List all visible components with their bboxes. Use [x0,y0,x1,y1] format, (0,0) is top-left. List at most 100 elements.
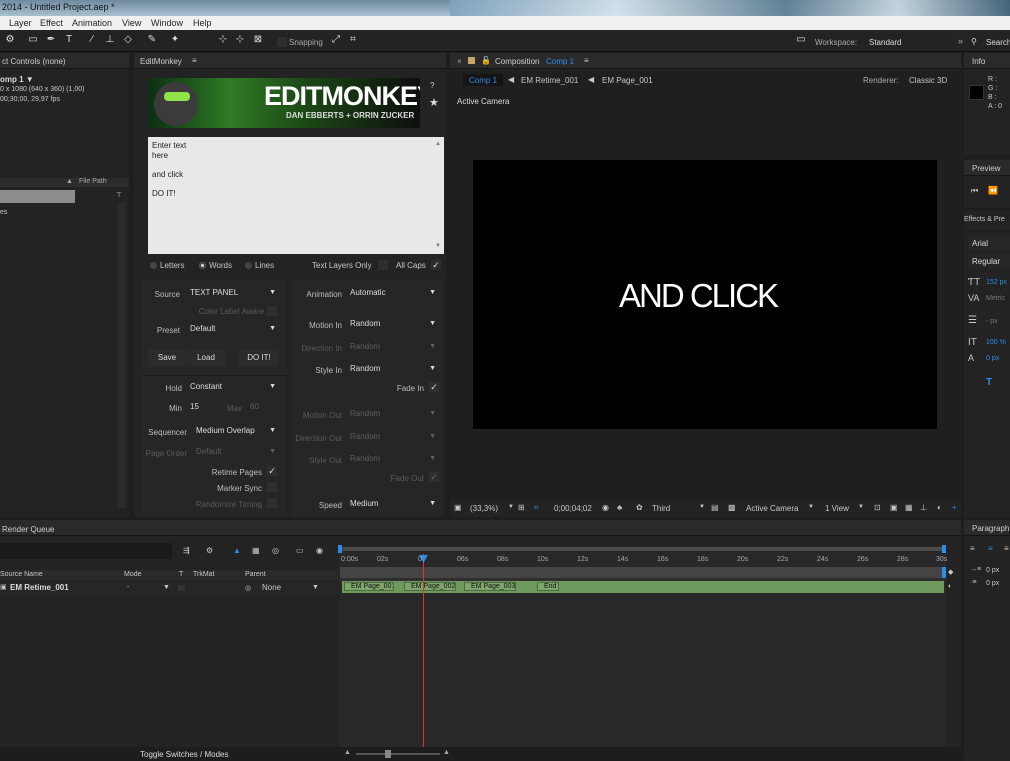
style-out-dropdown[interactable]: Random ▼ [346,452,440,466]
mask-visibility-icon[interactable]: ⌗ [534,503,539,513]
indent-left-value[interactable]: 0 px [986,567,999,574]
space-before-value[interactable]: 0 px [986,580,999,587]
col-mode[interactable]: Mode [124,571,142,578]
fade-in-checkbox[interactable]: ✓ [429,382,439,392]
project-item[interactable]: es [0,209,7,216]
preserve-transparency-checkbox[interactable] [178,585,185,591]
channel-icon[interactable]: ♣ [617,503,622,512]
renderer-value[interactable]: Classic 3D [909,76,947,85]
save-button[interactable]: Save [148,349,186,367]
direction-in-dropdown[interactable]: Random ▼ [346,340,440,354]
load-button[interactable]: Load [187,349,225,367]
workspace-menu-icon[interactable]: » [958,36,963,46]
animation-dropdown[interactable]: Automatic ▼ [346,286,440,300]
fast-preview-icon[interactable]: ▣ [890,503,898,512]
close-tab-icon[interactable]: × [457,57,462,66]
text-layers-only-checkbox[interactable] [378,260,388,270]
col-file-path[interactable]: File Path [79,178,107,185]
rotate-tool-icon[interactable]: ⚙ [4,34,16,46]
crumb-comp-1[interactable]: Comp 1 [469,76,497,85]
faux-bold-icon[interactable]: T [986,377,992,388]
rectangle-tool-icon[interactable]: ▭ [27,34,39,46]
zoom-out-icon[interactable]: ▲ [344,749,351,756]
work-area-end-handle[interactable] [942,545,946,553]
toggle-switches-modes-button[interactable]: Toggle Switches / Modes [140,750,229,759]
shy-layers-icon[interactable]: ▲ [233,546,241,555]
search-help-input[interactable]: Search [986,38,1010,47]
source-dropdown[interactable]: TEXT PANEL ▼ [186,286,280,300]
marker-sync-checkbox[interactable] [267,482,277,492]
speed-dropdown[interactable]: Medium ▼ [346,497,440,511]
region-icon[interactable]: ▤ [711,503,719,512]
workspace-select[interactable]: Standard [869,38,901,47]
letters-radio[interactable] [150,262,157,269]
project-scrollbar[interactable] [117,203,126,508]
style-in-dropdown[interactable]: Random ▼ [346,362,440,376]
snapping-checkbox[interactable] [277,37,287,47]
always-preview-icon[interactable]: ▣ [454,503,462,512]
graph-icon[interactable]: ◉ [316,546,323,555]
comp-canvas[interactable]: AND CLICK [473,160,937,429]
zoom-slider-thumb[interactable] [385,750,391,758]
menu-layer[interactable]: Layer [9,18,32,28]
timeline-icon[interactable]: ▦ [905,503,913,512]
scroll-down-icon[interactable]: ▼ [435,242,441,252]
motion-in-dropdown[interactable]: Random ▼ [346,317,440,331]
layer-parent[interactable]: None [262,583,281,592]
frame-blending-icon[interactable]: ▦ [252,546,260,555]
menu-window[interactable]: Window [151,18,183,28]
text-input-area[interactable]: Enter text here and click DO IT! ▲ ▼ [148,137,444,254]
vr-icon[interactable]: ▭ [793,34,809,46]
prev-frame-icon[interactable]: ⏪ [988,186,998,195]
randomize-timing-checkbox[interactable] [267,498,277,508]
comp-mini-flowchart-icon[interactable]: ⇶ [183,546,190,555]
flowchart-icon[interactable]: ⊤ [116,191,122,199]
leading-value[interactable]: - px [986,318,998,325]
align-center-icon[interactable]: ≡ [988,544,993,553]
zoom-slider[interactable] [356,753,440,755]
first-frame-icon[interactable]: ⏮ [971,186,978,196]
panel-menu-icon[interactable]: ≡ [192,56,197,65]
time-navigator[interactable] [340,567,945,578]
direction-out-dropdown[interactable]: Random ▼ [346,430,440,444]
draft-3d-icon[interactable]: ⚙ [206,546,213,555]
preview-tab[interactable]: Preview [972,164,1000,173]
do-it-button[interactable]: DO IT! [239,349,279,367]
mask-icon[interactable]: ⊠ [252,34,264,46]
pen-tool-icon[interactable]: ✒ [45,34,57,46]
views-select[interactable]: 1 View [825,504,849,513]
crumb-em-retime[interactable]: EM Retime_001 [521,76,578,85]
work-area-bar[interactable] [340,547,945,551]
snap-feature-icon[interactable]: ⌗ [347,34,359,46]
preset-dropdown[interactable]: Default ▼ [186,322,280,336]
info-tab[interactable]: Info [972,57,985,66]
transparency-grid-icon[interactable]: ▩ [728,503,736,512]
all-caps-checkbox[interactable]: ✓ [431,260,441,270]
editmonkey-tab[interactable]: EditMonkey [140,57,182,66]
distribute-icon[interactable]: ⊹ [234,34,246,46]
zoom-select[interactable]: (33,3%) [470,504,498,513]
comp-marker-icon[interactable]: ◆ [948,568,953,576]
font-size-value[interactable]: 152 px [986,279,1007,286]
page-order-dropdown[interactable]: Default ▼ [192,445,280,459]
color-icon[interactable]: ✿ [636,503,643,512]
lock-icon[interactable]: 🔓 [481,56,491,65]
scroll-up-icon[interactable]: ▲ [435,140,441,150]
resolution-select[interactable]: Third [652,504,670,513]
max-input[interactable]: 60 [246,400,278,414]
align-left-icon[interactable]: ≡ [970,544,975,553]
col-trkmat[interactable]: TrkMat [193,571,215,578]
snapshot-icon[interactable]: ◉ [602,503,609,512]
current-time[interactable]: 0;00;04;02 [554,504,592,513]
table-row[interactable]: ▣ EM Retime_001 - ▼ ◎ None ▼ [0,582,338,594]
panel-menu-icon[interactable]: ≡ [584,56,589,65]
roto-brush-tool-icon[interactable]: ✎ [146,34,158,46]
fade-out-checkbox[interactable]: ✓ [429,472,439,482]
col-parent[interactable]: Parent [245,571,266,578]
clone-stamp-tool-icon[interactable]: ⊥ [104,34,116,46]
type-tool-icon[interactable]: T [63,34,75,46]
align-icon[interactable]: ⊹ [217,34,229,46]
layer-marker[interactable]: EM Page_002 [404,582,456,591]
min-input[interactable]: 15 [186,400,216,414]
zoom-in-icon[interactable]: ▲ [443,749,450,756]
